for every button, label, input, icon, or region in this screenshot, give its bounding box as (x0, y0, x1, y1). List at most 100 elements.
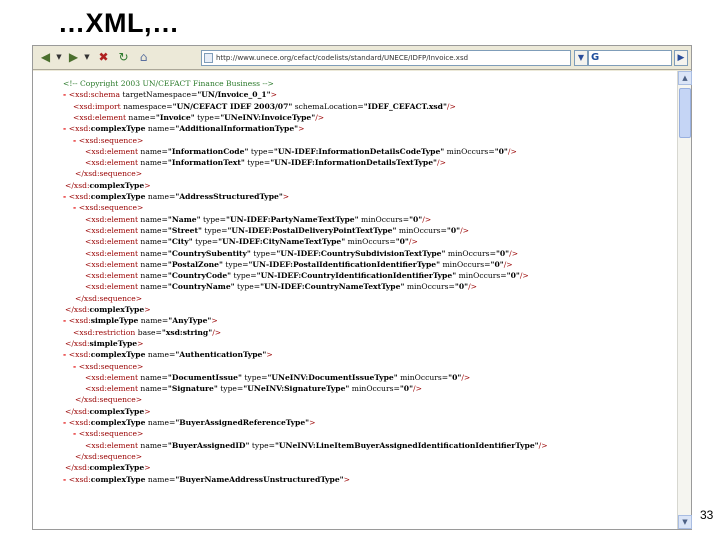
xml-line[interactable]: - <xsd:schema targetNamespace="UN/Invoic… (63, 89, 277, 100)
xml-token-tag: /> (468, 282, 477, 292)
home-icon[interactable]: ⌂ (135, 49, 152, 66)
xml-token-attr: namespace= (120, 101, 173, 111)
scroll-up-icon[interactable]: ▲ (678, 71, 692, 85)
xml-token-val: "0" (495, 248, 510, 258)
xml-token-tag: /> (315, 112, 325, 122)
xml-line[interactable]: - <xsd:sequence> (73, 428, 143, 439)
xml-token-val: "AddressStructuredType" (175, 192, 283, 201)
xml-token-tag: </xsd: (65, 406, 90, 416)
xml-token-tag: </xsd:sequence> (75, 451, 143, 461)
xml-token-val: "Street" (167, 225, 202, 235)
xml-token-val: "UN-IDEF:InformationDetailsTextType" (270, 158, 438, 168)
xml-token-tag: <xsd:element (85, 214, 139, 224)
xml-token-val: "0" (446, 225, 461, 235)
xml-document-view[interactable]: <!-- Copyright 2003 UN/CEFACT Finance Bu… (33, 71, 677, 529)
xml-line: <xsd:element name="CountrySubentity" typ… (85, 248, 518, 259)
address-text: http://www.unece.org/cefact/codelists/st… (216, 54, 469, 62)
xml-token-tag: <xsd:element (85, 282, 139, 292)
xml-line: <xsd:element name="BuyerAssignedID" type… (85, 440, 548, 451)
back-dropdown-icon[interactable]: ▼ (55, 49, 63, 66)
xml-token-tag: <xsd:element (85, 158, 139, 168)
xml-token-val: "Name" (167, 214, 201, 224)
scroll-thumb[interactable] (679, 88, 691, 138)
xml-token-tag: /> (446, 101, 456, 111)
xml-token-kw: complexType (90, 124, 146, 134)
xml-line[interactable]: - <xsd:simpleType name="AnyType"> (63, 315, 218, 326)
xml-token-tag: </xsd: (65, 180, 90, 190)
xml-line: <xsd:element name="Street" type="UN-IDEF… (85, 225, 469, 236)
xml-token-attr: type= (222, 259, 249, 269)
xml-token-val: "0" (399, 384, 414, 394)
xml-token-kw: complexType (89, 406, 145, 416)
stop-icon[interactable]: ✖ (95, 49, 112, 66)
xml-token-attr: name= (138, 372, 168, 382)
xml-token-attr: minOccurs= (440, 259, 491, 269)
xml-token-attr: type= (192, 237, 219, 247)
xml-token-tag: <xsd:import (73, 101, 121, 111)
xml-token-tag: /> (422, 214, 432, 224)
xml-token-val: "0" (448, 372, 462, 382)
xml-token-val: "UN-IDEF:CountrySubdivisionTextType" (276, 248, 446, 258)
xml-token-kw: complexType (90, 474, 146, 484)
xml-token-attr: schemaLocation= (292, 101, 364, 111)
xml-token-val: "UN/Invoice_0_1" (197, 90, 271, 100)
scroll-down-icon[interactable]: ▼ (678, 515, 692, 529)
xml-line[interactable]: - <xsd:sequence> (73, 361, 143, 372)
xml-line: <xsd:element name="DocumentIssue" type="… (85, 372, 470, 383)
xml-token-tag: </xsd: (65, 305, 90, 314)
xml-token-val: "DocumentIssue" (167, 372, 242, 382)
xml-token-val: "BuyerNameAddressUnstructuredType" (175, 474, 344, 484)
xml-token-kw: complexType (89, 180, 145, 190)
xml-line: <xsd:import namespace="UN/CEFACT IDEF 20… (73, 101, 456, 112)
xml-token-val: "CountryCode" (167, 271, 232, 281)
xml-line[interactable]: - <xsd:complexType name="AuthenticationT… (63, 349, 273, 360)
refresh-icon[interactable]: ↻ (115, 49, 132, 66)
xml-token-tag: <xsd:sequence> (78, 203, 144, 213)
xml-token-tag: <xsd:element (85, 146, 139, 156)
xml-token-tag: <xsd:restriction (73, 327, 136, 337)
xml-token-tag: </xsd:sequence> (75, 395, 143, 405)
xml-token-attr: name= (138, 237, 168, 247)
xml-line: </xsd:complexType> (65, 180, 151, 191)
search-input[interactable]: G (588, 50, 672, 66)
xml-token-comment: <!-- Copyright 2003 UN/CEFACT Finance Bu… (63, 79, 274, 88)
xml-token-attr: minOccurs= (345, 237, 396, 247)
xml-token-tag: > (343, 474, 351, 484)
xml-line[interactable]: - <xsd:complexType name="BuyerNameAddres… (63, 474, 350, 485)
xml-token-attr: name= (145, 350, 176, 360)
xml-token-tag: <xsd: (68, 474, 91, 484)
xml-token-tag: <xsd:element (85, 225, 139, 235)
xml-line[interactable]: - <xsd:complexType name="BuyerAssignedRe… (63, 417, 316, 428)
forward-arrow-icon[interactable]: ▶ (65, 49, 82, 66)
xml-token-attr: name= (138, 146, 168, 156)
address-dropdown-button[interactable]: ▼ (574, 50, 588, 66)
back-arrow-icon[interactable]: ◀ (37, 49, 54, 66)
xml-token-val: "AnyType" (168, 316, 212, 326)
xml-token-kw: simpleType (90, 316, 139, 326)
vertical-scrollbar[interactable]: ▲ ▼ (677, 71, 692, 529)
xml-line: </xsd:complexType> (65, 462, 151, 473)
xml-token-val: "UNeINV:InvoiceType" (220, 112, 316, 122)
xml-token-attr: minOccurs= (404, 282, 455, 292)
xml-token-tag: <xsd:element (85, 384, 139, 394)
address-bar[interactable]: http://www.unece.org/cefact/codelists/st… (201, 50, 571, 66)
xml-token-tag: /> (519, 271, 529, 281)
xml-line: </xsd:complexType> (65, 304, 151, 315)
xml-line[interactable]: - <xsd:sequence> (73, 202, 143, 213)
xml-token-val: "UN-IDEF:PartyNameTextType" (226, 214, 359, 224)
xml-line[interactable]: - <xsd:complexType name="AdditionalInfor… (63, 123, 305, 134)
xml-line[interactable]: - <xsd:complexType name="AddressStructur… (63, 191, 289, 202)
xml-token-tag: <xsd:element (85, 237, 139, 247)
xml-token-tag: <xsd: (68, 418, 91, 427)
xml-token-val: "UNeINV:LineItemBuyerAssignedIdentificat… (274, 440, 539, 450)
xml-token-kw: complexType (90, 418, 146, 427)
xml-token-val: "Signature" (167, 384, 218, 394)
xml-token-tag: </xsd:sequence> (75, 293, 143, 303)
xml-token-val: "xsd:string" (161, 327, 213, 337)
xml-line[interactable]: - <xsd:sequence> (73, 135, 143, 146)
page-number: 33 (700, 508, 714, 522)
xml-token-attr: type= (248, 146, 274, 156)
xml-token-attr: minOccurs= (397, 372, 449, 382)
forward-dropdown-icon[interactable]: ▼ (83, 49, 91, 66)
search-go-button[interactable]: ▶ (674, 50, 688, 66)
